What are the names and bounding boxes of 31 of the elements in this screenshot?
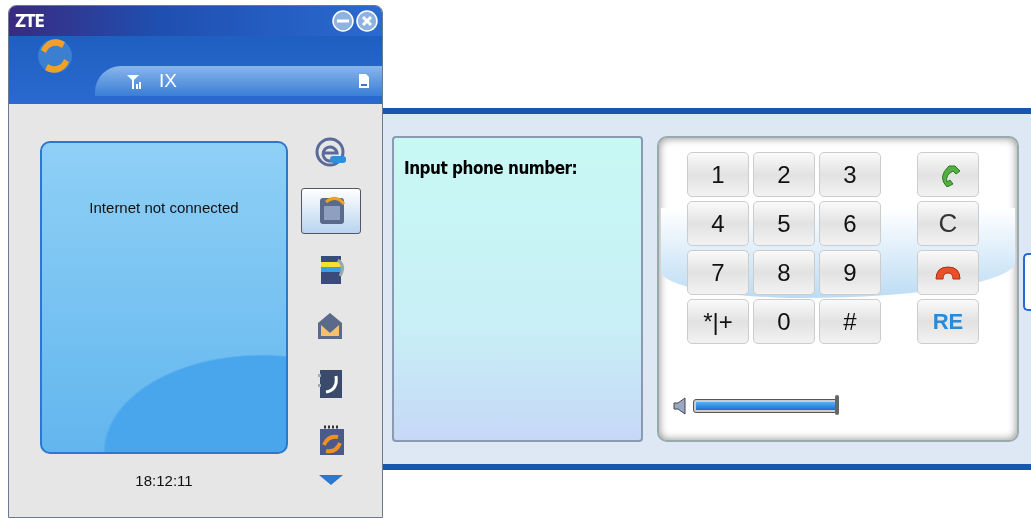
clear-button[interactable]: C (917, 201, 979, 246)
handset-icon (934, 264, 962, 281)
keypad-key[interactable]: 1 (687, 152, 749, 197)
keypad-key[interactable]: 6 (819, 201, 881, 246)
keypad-key[interactable]: 5 (753, 201, 815, 246)
call-button[interactable] (917, 152, 979, 197)
keypad-key[interactable]: *|+ (687, 299, 749, 344)
keypad-key[interactable]: 4 (687, 201, 749, 246)
input-prompt: Input phone number: (404, 158, 579, 178)
keypad-key[interactable]: 0 (753, 299, 815, 344)
keypad-key[interactable]: # (819, 299, 881, 344)
panel-handle[interactable] (1023, 253, 1031, 311)
hang-up-button[interactable] (917, 250, 979, 295)
connection-status: Internet not connected (88, 199, 240, 216)
network-type: IX (159, 70, 177, 92)
signal-icon (125, 73, 143, 89)
keypad-key[interactable]: 7 (687, 250, 749, 295)
keypad-key[interactable]: 3 (819, 152, 881, 197)
scroll-down-icon[interactable] (319, 475, 343, 485)
volume-thumb[interactable] (835, 395, 839, 415)
clock-time: 18:12:11 (135, 472, 193, 489)
close-button[interactable] (356, 10, 378, 32)
nav-item[interactable] (301, 188, 361, 234)
window-title: ZTE (15, 11, 44, 31)
sim-card-icon (358, 73, 370, 89)
globe-icon (35, 36, 75, 76)
speaker-icon (673, 397, 687, 415)
keypad-key[interactable]: 9 (819, 250, 881, 295)
minimize-button[interactable] (332, 10, 354, 32)
keypad-key[interactable]: 2 (753, 152, 815, 197)
keypad-key[interactable]: 8 (753, 250, 815, 295)
